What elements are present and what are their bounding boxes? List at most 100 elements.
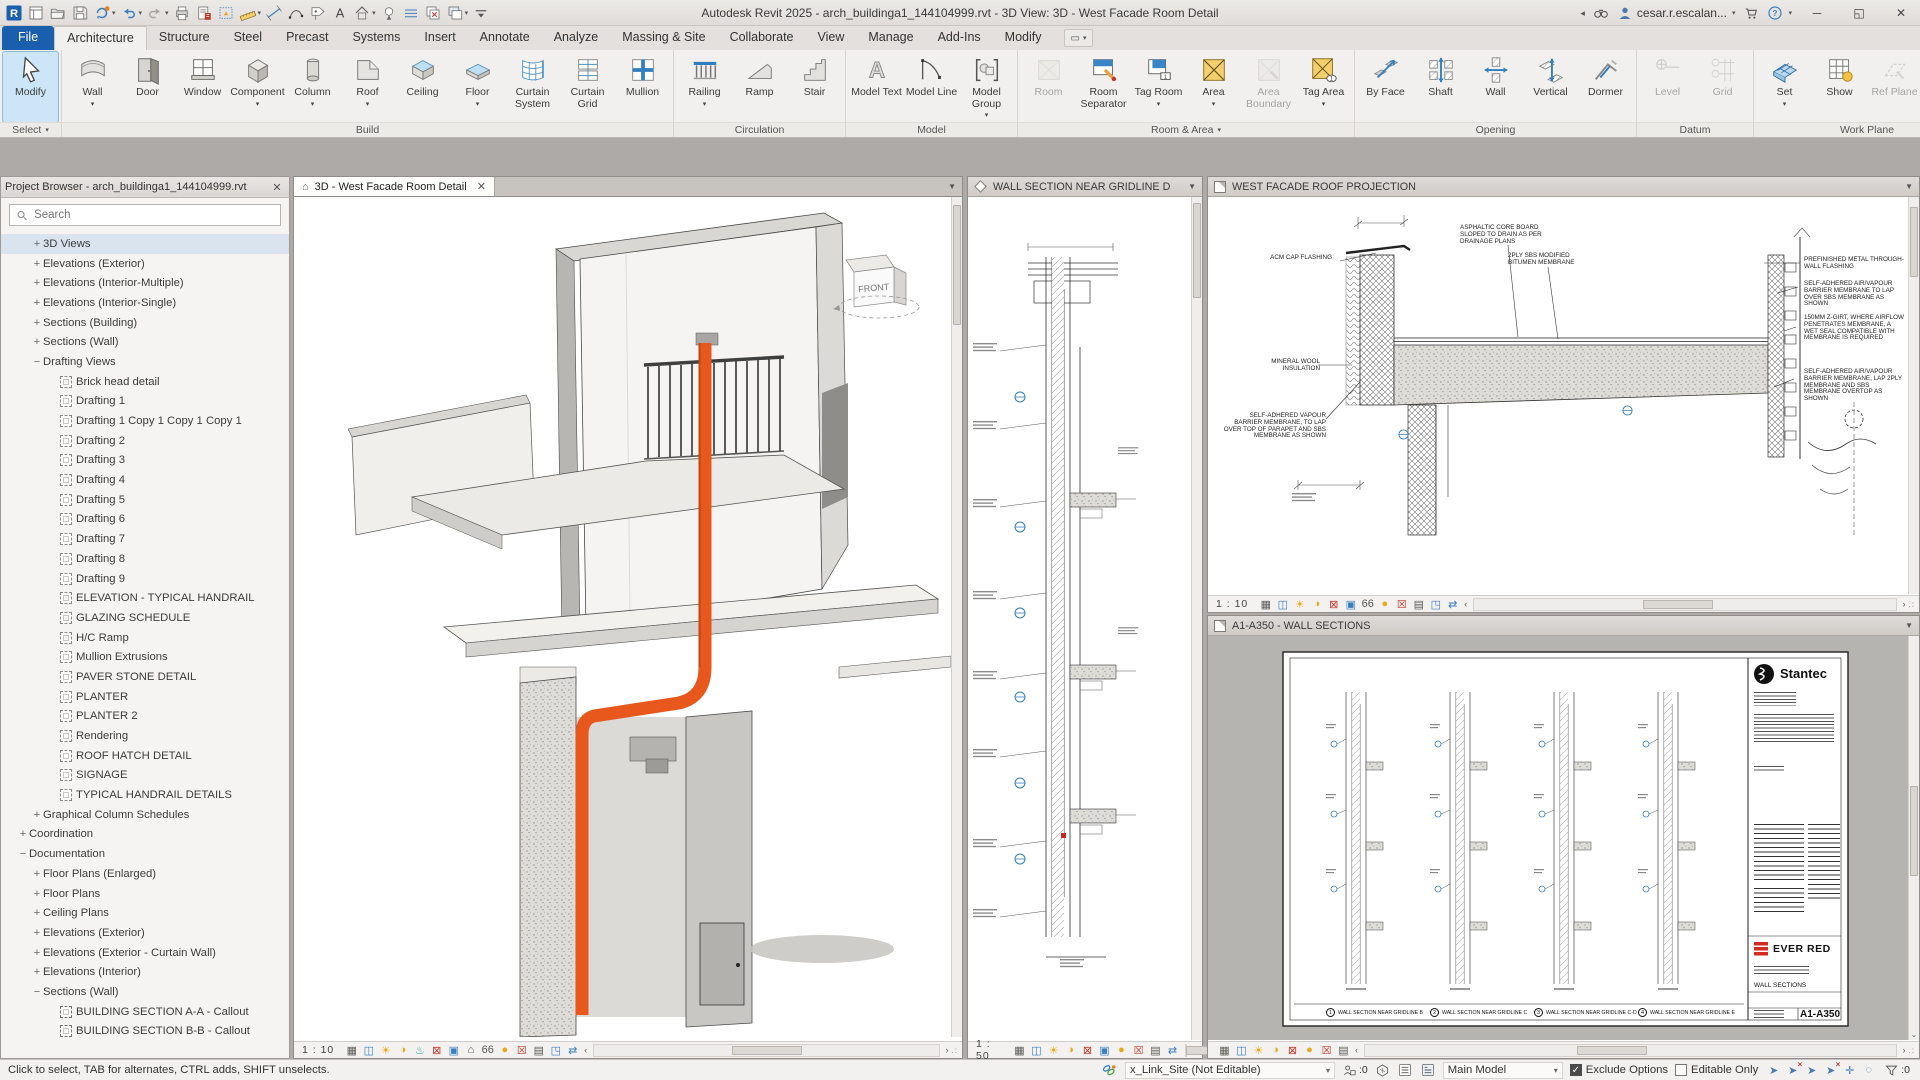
expand-collapse-icon[interactable]: + bbox=[31, 238, 43, 250]
vertical-scrollbar[interactable] bbox=[951, 197, 962, 1037]
collapse-arrow-icon[interactable]: ◂ bbox=[1580, 8, 1585, 19]
view-control-icon[interactable]: ☀ bbox=[1291, 597, 1308, 612]
tree-item[interactable]: + Graphical Column Schedules bbox=[1, 805, 289, 825]
resize-grip[interactable]: .: bbox=[952, 1046, 958, 1055]
minimize-button[interactable]: ─ bbox=[1800, 1, 1834, 26]
view-control-icon[interactable]: ▦ bbox=[1257, 597, 1274, 612]
scroll-down-icon[interactable]: ⌄ bbox=[1909, 1030, 1919, 1039]
close-icon[interactable]: ✕ bbox=[269, 181, 285, 194]
view-control-icon[interactable]: ▦ bbox=[1216, 1043, 1233, 1058]
help-button[interactable]: ▾ bbox=[1767, 5, 1792, 21]
tree-item[interactable]: Drafting 5 bbox=[1, 490, 289, 510]
qat-button[interactable]: ▾ bbox=[423, 2, 443, 24]
scale-button[interactable]: 1 : 10 bbox=[1212, 598, 1256, 610]
tree-item[interactable]: Brick head detail bbox=[1, 372, 289, 392]
tree-item[interactable]: Drafting 1 Copy 1 Copy 1 Copy 1 bbox=[1, 411, 289, 431]
qat-button[interactable]: ▾ bbox=[4, 2, 24, 24]
view-menu-icon[interactable]: ▼ bbox=[1188, 182, 1196, 191]
tree-item[interactable]: + Coordination bbox=[1, 825, 289, 845]
view-control-icon[interactable]: ☀ bbox=[1250, 1043, 1267, 1058]
scroll-left-icon[interactable]: ‹ bbox=[582, 1045, 589, 1055]
exclude-options-checkbox[interactable]: ✓ Exclude Options bbox=[1569, 1064, 1668, 1076]
ribbon-display-toggle[interactable]: ▭ ▾ bbox=[1063, 29, 1094, 47]
ribbon-button[interactable]: Floor ▾ bbox=[450, 52, 505, 122]
view-control-icon[interactable]: ▤ bbox=[1335, 1043, 1352, 1058]
tab-file[interactable]: File bbox=[2, 26, 55, 50]
tree-item[interactable]: GLAZING SCHEDULE bbox=[1, 608, 289, 628]
vertical-scrollbar[interactable] bbox=[1908, 197, 1919, 594]
ribbon-button[interactable]: Model Line▾ bbox=[904, 52, 959, 122]
ribbon-tab[interactable]: Architecture bbox=[54, 26, 147, 50]
close-icon[interactable]: ✕ bbox=[477, 180, 486, 193]
tree-item[interactable]: Drafting 6 bbox=[1, 510, 289, 530]
tree-item[interactable]: Drafting 3 bbox=[1, 451, 289, 471]
expand-collapse-icon[interactable]: + bbox=[31, 927, 43, 939]
view-control-icon[interactable]: ● bbox=[1113, 1043, 1130, 1058]
view-header-sheet[interactable]: A1-A350 - WALL SECTIONS ▼ bbox=[1208, 616, 1919, 636]
ribbon-button[interactable]: Set ▾ bbox=[1757, 52, 1812, 122]
ribbon-button[interactable]: Roof ▾ bbox=[340, 52, 395, 122]
view-control-icon[interactable]: ☒ bbox=[1130, 1043, 1147, 1058]
selection-toggle-icon[interactable]: ➤ × bbox=[1822, 1060, 1840, 1078]
editable-only-checkbox[interactable]: Editable Only bbox=[1675, 1064, 1758, 1076]
view-control-icon[interactable]: ◫ bbox=[360, 1043, 377, 1058]
horizontal-scrollbar[interactable] bbox=[593, 1043, 940, 1057]
design-option-select[interactable]: Main Model ▾ bbox=[1442, 1061, 1563, 1079]
ribbon-button[interactable]: Ramp▾ bbox=[732, 52, 787, 122]
view-control-icon[interactable]: ⊠ bbox=[1325, 597, 1342, 612]
expand-collapse-icon[interactable]: + bbox=[31, 947, 43, 959]
ribbon-panel-label[interactable]: Opening▾ bbox=[1355, 122, 1636, 137]
tree-item[interactable]: H/C Ramp bbox=[1, 628, 289, 648]
design-options-pick-icon[interactable] bbox=[1420, 1062, 1436, 1078]
tree-item[interactable]: + Floor Plans (Enlarged) bbox=[1, 864, 289, 884]
scroll-left-icon[interactable]: ‹ bbox=[1353, 1045, 1360, 1055]
ribbon-button[interactable]: Curtain System▾ bbox=[505, 52, 560, 122]
dropdown-arrow-icon[interactable]: ▾ bbox=[372, 9, 376, 17]
view-control-icon[interactable]: ◑ bbox=[1308, 597, 1325, 612]
ribbon-button[interactable]: Vertical▾ bbox=[1523, 52, 1578, 122]
scale-button[interactable]: 1 : 10 bbox=[298, 1044, 342, 1056]
qat-button[interactable]: ▾ bbox=[471, 2, 491, 24]
qat-button[interactable]: ▾ bbox=[238, 2, 263, 24]
tree-item[interactable]: − Sections (Wall) bbox=[1, 982, 289, 1002]
expand-collapse-icon[interactable]: + bbox=[31, 277, 43, 289]
selection-toggle-icon[interactable]: ➤ bbox=[1765, 1062, 1782, 1078]
roof-detail-canvas[interactable]: ACM CAP FLASHING ASPHALTIC CORE BOARD SL… bbox=[1208, 197, 1908, 594]
expand-collapse-icon[interactable]: + bbox=[31, 336, 43, 348]
expand-collapse-icon[interactable]: − bbox=[17, 848, 29, 860]
view-header-wall-section[interactable]: WALL SECTION NEAR GRIDLINE D ▼ bbox=[968, 177, 1202, 197]
dropdown-arrow-icon[interactable]: ▾ bbox=[258, 9, 262, 17]
view-control-icon[interactable]: ▦ bbox=[1011, 1043, 1028, 1058]
view-control-icon[interactable]: ▤ bbox=[530, 1043, 547, 1058]
expand-collapse-icon[interactable]: + bbox=[17, 828, 29, 840]
view-control-icon[interactable]: ◳ bbox=[547, 1043, 564, 1058]
filter-button[interactable]: :0 bbox=[1884, 1062, 1910, 1078]
tree-item[interactable]: + Ceiling Plans bbox=[1, 903, 289, 923]
active-workset-select[interactable]: x_Link_Site (Not Editable) ▾ bbox=[1125, 1061, 1335, 1079]
tree-item[interactable]: Drafting 2 bbox=[1, 431, 289, 451]
tree-item[interactable]: ELEVATION - TYPICAL HANDRAIL bbox=[1, 588, 289, 608]
tree-item[interactable]: + Elevations (Interior-Multiple) bbox=[1, 273, 289, 293]
tab-list-dropdown-icon[interactable]: ▼ bbox=[948, 182, 962, 191]
manage-links-icon[interactable] bbox=[1101, 1062, 1118, 1079]
view-control-icon[interactable]: ◑ bbox=[1062, 1043, 1079, 1058]
tree-item[interactable]: ROOF HATCH DETAIL bbox=[1, 746, 289, 766]
selection-toggle-icon[interactable]: ➤ × bbox=[1784, 1060, 1802, 1078]
ribbon-panel-label[interactable]: Model▾ bbox=[846, 122, 1017, 137]
ribbon-button[interactable]: Stair▾ bbox=[787, 52, 842, 122]
editable-worksets-indicator[interactable]: :0 bbox=[1342, 1062, 1368, 1078]
view-control-icon[interactable]: ◑ bbox=[394, 1043, 411, 1058]
ribbon-tab[interactable]: View bbox=[806, 26, 857, 50]
view-control-icon[interactable]: ⌂ bbox=[462, 1043, 479, 1058]
tree-item[interactable]: + Elevations (Interior) bbox=[1, 962, 289, 982]
ribbon-button[interactable]: Ref Plane▾ bbox=[1867, 52, 1920, 122]
qat-button[interactable]: ▾ bbox=[92, 2, 117, 24]
view-control-icon[interactable]: ◑ bbox=[1267, 1043, 1284, 1058]
tree-item[interactable]: SIGNAGE bbox=[1, 766, 289, 786]
view-control-icon[interactable]: ▤ bbox=[1147, 1043, 1164, 1058]
close-button[interactable]: ✕ bbox=[1884, 1, 1918, 26]
view-control-icon[interactable]: ⊠ bbox=[428, 1043, 445, 1058]
view-control-icon[interactable]: ◳ bbox=[1427, 597, 1444, 612]
ribbon-button[interactable]: Modify▾ bbox=[2, 51, 59, 123]
qat-button[interactable]: ▾ bbox=[308, 2, 328, 24]
